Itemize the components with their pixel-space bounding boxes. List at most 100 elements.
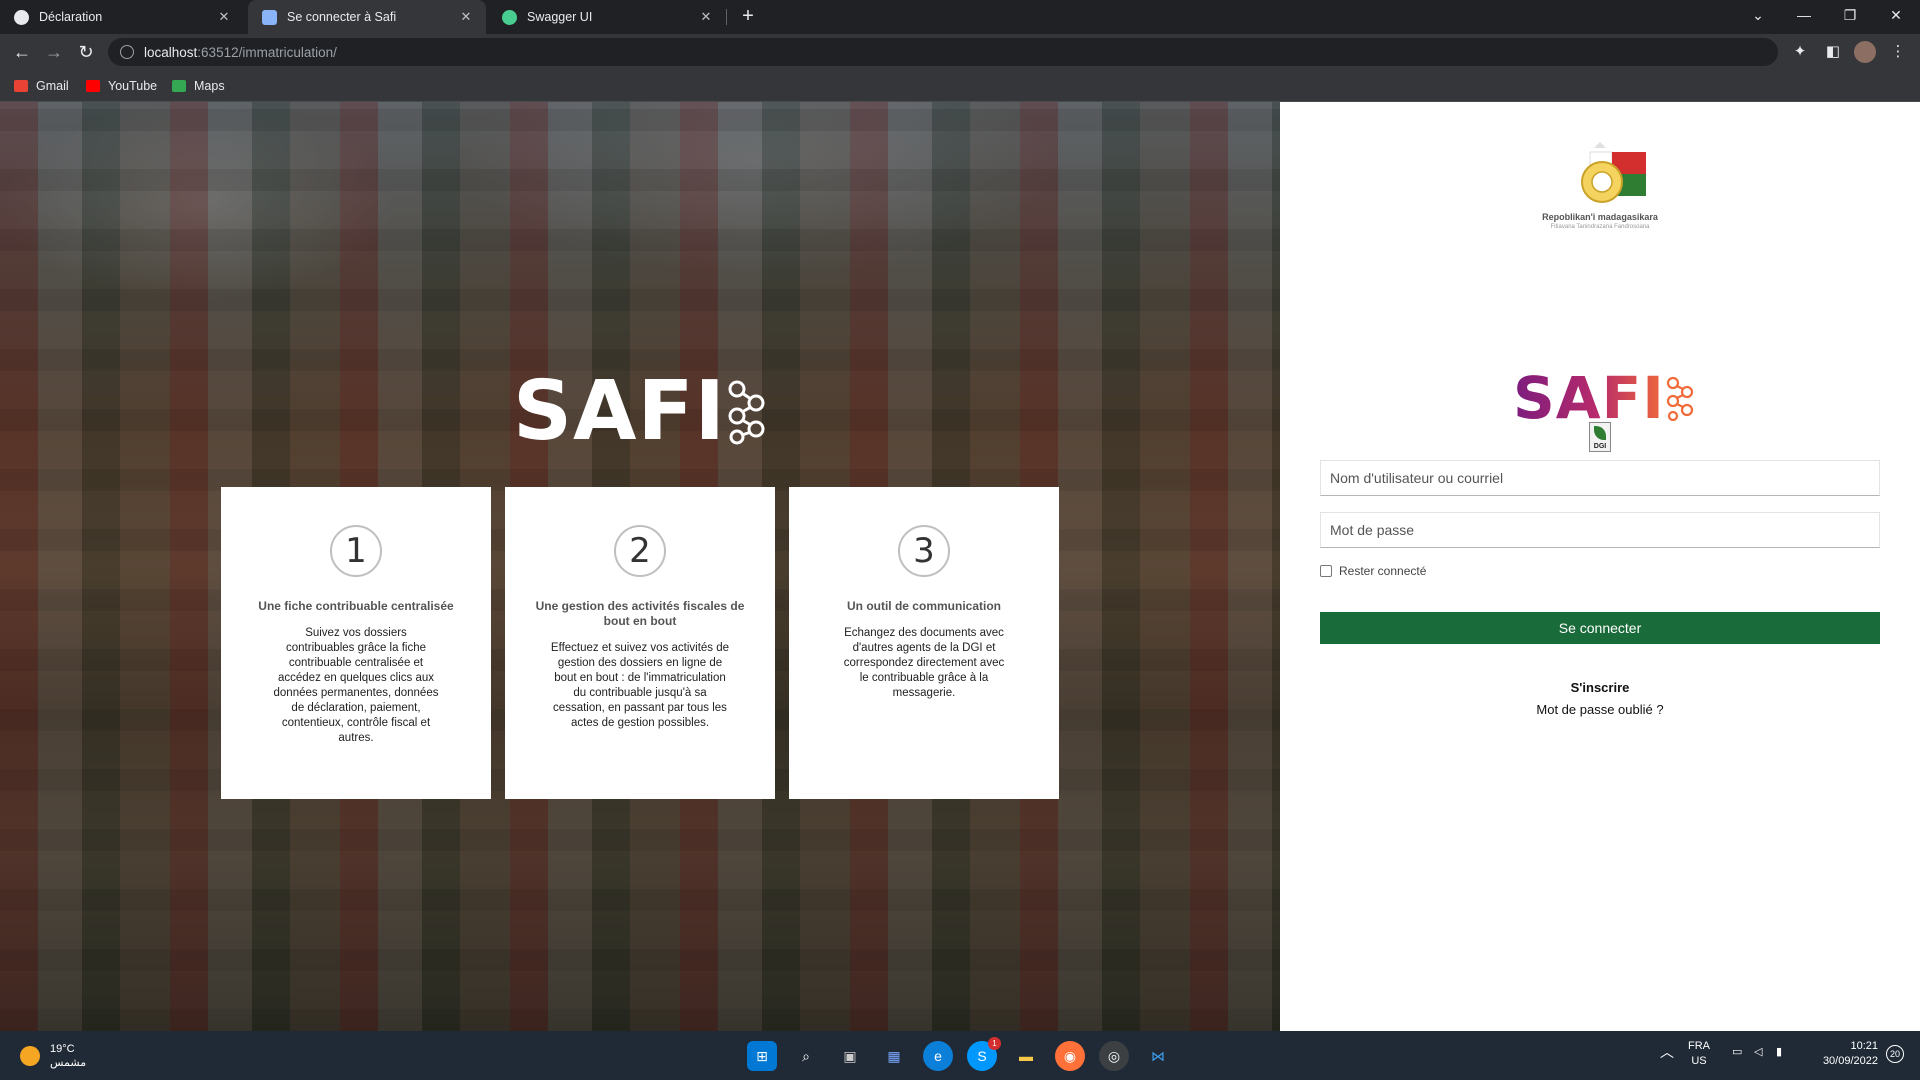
browser-toolbar: ← → ↻ localhost:63512/immatriculation/ ✦… [0,34,1920,70]
file-explorer-icon[interactable]: ▬ [1011,1041,1041,1071]
hero-background: SAFI 1 Une fiche contribuable centralisé… [0,102,1280,1031]
chrome-icon[interactable]: ◎ [1099,1041,1129,1071]
chevron-up-icon[interactable]: ︿ [1660,1045,1674,1060]
globe-icon [14,9,29,25]
restore-button[interactable]: ❐ [1827,0,1873,30]
url-path: :63512/immatriculation/ [197,44,337,60]
vscode-icon[interactable]: ⋈ [1143,1041,1173,1071]
side-panel-icon[interactable]: ◧ [1821,40,1845,64]
feature-card-1: 1 Une fiche contribuable centralisée Sui… [221,487,491,799]
forward-icon[interactable]: → [40,38,68,66]
username-input[interactable] [1320,460,1880,496]
close-window-button[interactable]: ✕ [1873,0,1919,30]
remember-checkbox[interactable] [1320,565,1332,577]
card-title: Un outil de communication [846,599,1001,613]
language-code: FRA [1688,1040,1710,1052]
tab-search-icon[interactable]: ⌄ [1735,0,1781,30]
youtube-icon [86,80,100,92]
network-icon[interactable]: ▭ [1732,1045,1742,1060]
language-indicator[interactable]: FRA US [1688,1039,1710,1069]
bookmarks-bar: Gmail YouTube Maps [0,70,1920,102]
close-icon[interactable]: ✕ [216,9,232,25]
dgi-logo: DGI [1589,422,1611,452]
bookmark-youtube[interactable]: YouTube [86,76,157,96]
windows-taskbar: 19°C مشمس ⊞ ⌕ ▣ ▦ e S1 ▬ ◉ ◎ ⋈ ︿ FRA US … [0,1031,1920,1080]
swagger-icon [502,9,517,25]
new-tab-button[interactable]: + [736,4,760,28]
minimize-button[interactable]: — [1781,0,1827,30]
page-content: SAFI 1 Une fiche contribuable centralisé… [0,102,1920,1031]
login-panel: Repoblikan'i madagasikara Fitiavana Tani… [1280,102,1920,1031]
back-icon[interactable]: ← [8,38,36,66]
card-number: 3 [898,525,950,577]
remember-me[interactable]: Rester connecté [1320,564,1426,578]
hero-logo-text: SAFI [513,364,727,459]
clock[interactable]: 10:21 30/09/2022 [1808,1039,1878,1069]
madagascar-emblem: Repoblikan'i madagasikara Fitiavana Tani… [1520,140,1680,230]
bookmark-gmail[interactable]: Gmail [14,76,69,96]
microsoft-store-icon[interactable]: ▦ [879,1041,909,1071]
extensions-icon[interactable]: ✦ [1788,40,1812,64]
bookmark-label: YouTube [108,79,158,93]
card-text: Suivez vos dossiers contribuables grâce … [273,627,439,744]
profile-avatar[interactable] [1854,41,1876,63]
molecule-icon [1666,376,1693,421]
tab-swagger[interactable]: Swagger UI ✕ [488,0,726,34]
task-view-icon[interactable]: ▣ [835,1041,865,1071]
menu-kebab-icon[interactable]: ⋮ [1886,40,1910,64]
maps-icon [172,80,186,92]
tab-title: Déclaration [39,10,103,24]
card-text: Effectuez et suivez vos activités de ges… [550,642,730,729]
molecule-icon [728,380,765,444]
battery-icon[interactable]: ▮ [1776,1045,1782,1060]
firefox-icon[interactable]: ◉ [1055,1041,1085,1071]
close-icon[interactable]: ✕ [458,9,474,25]
tab-title: Swagger UI [527,10,593,24]
start-menu-icon[interactable]: ⊞ [747,1041,777,1071]
signup-link[interactable]: S'inscrire [1280,680,1920,695]
bookmark-label: Maps [194,79,225,93]
tab-title: Se connecter à Safi [287,10,397,24]
skype-icon[interactable]: S1 [967,1037,1001,1071]
feature-card-3: 3 Un outil de communication Echangez des… [789,487,1059,799]
weather-widget[interactable]: 19°C مشمس [20,1042,86,1070]
emblem-motto: Fitiavana Tanindrazana Fandrosoana [1550,224,1650,230]
card-title: Une fiche contribuable centralisée [258,599,454,613]
reload-icon[interactable]: ↻ [72,38,100,66]
feature-card-2: 2 Une gestion des activités fiscales de … [505,487,775,799]
login-button[interactable]: Se connecter [1320,612,1880,644]
madagascar-seal-icon [1581,142,1646,203]
card-title: Une gestion des activités fiscales de bo… [535,599,745,628]
tab-se-connecter[interactable]: Se connecter à Safi ✕ [248,0,486,34]
skype-badge: 1 [988,1037,1001,1050]
sun-icon [20,1046,40,1066]
card-number: 1 [330,525,382,577]
card-number: 2 [614,525,666,577]
weather-condition: مشمس [50,1057,87,1069]
dgi-leaf-icon [1594,426,1606,440]
gmail-icon [14,80,28,92]
safi-favicon-icon [262,9,277,25]
bookmark-maps[interactable]: Maps [172,76,225,96]
dgi-label: DGI [1593,443,1607,450]
bookmark-label: Gmail [36,79,69,93]
tab-separator [726,9,727,25]
tab-declaration[interactable]: Déclaration ✕ [0,0,244,34]
url-host: localhost [144,44,198,60]
notification-count[interactable]: 20 [1886,1045,1904,1063]
emblem-name: Repoblikan'i madagasikara [1542,212,1658,222]
search-icon[interactable]: ⌕ [791,1041,821,1071]
close-icon[interactable]: ✕ [698,9,714,25]
keyboard-layout: US [1691,1055,1707,1067]
edge-icon[interactable]: e [923,1041,953,1071]
card-text: Echangez des documents avec d'autres age… [843,627,1005,699]
clock-time: 10:21 [1850,1040,1878,1052]
hero-safi-logo: SAFI [513,364,768,459]
remember-label: Rester connecté [1339,564,1427,578]
site-info-icon[interactable] [120,45,134,59]
volume-icon[interactable]: ◁ [1754,1045,1762,1060]
password-input[interactable] [1320,512,1880,548]
address-bar[interactable]: localhost:63512/immatriculation/ [108,38,1778,66]
forgot-password-link[interactable]: Mot de passe oublié ? [1280,702,1920,717]
clock-date: 30/09/2022 [1822,1055,1878,1067]
